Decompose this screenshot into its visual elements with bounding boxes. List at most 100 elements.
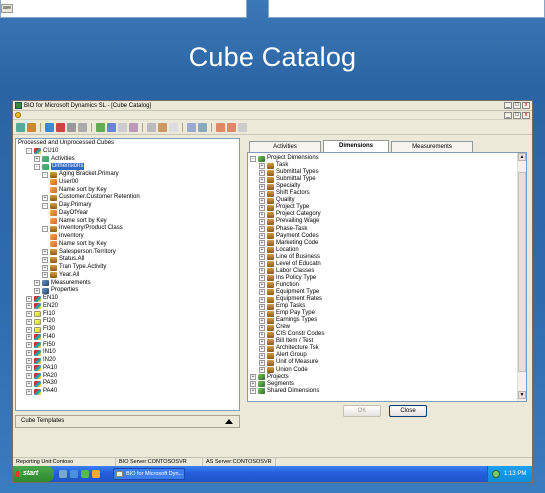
expand-icon[interactable]: + [26,388,32,395]
dimension-tree-node[interactable]: + Line of Business [259,254,320,261]
cube-tree-node[interactable]: - CU10 [26,148,58,155]
expand-icon[interactable]: + [26,365,32,372]
dimension-tree-node[interactable]: + CIS Constr Codes [259,331,324,338]
cube-tree-node[interactable]: - Dimensions [34,163,85,171]
quicklaunch-desktop-icon[interactable] [59,470,67,478]
chart-icon[interactable] [107,123,116,132]
properties-icon[interactable] [78,123,87,132]
cube-tree-node[interactable]: + Salesperson.Territory [42,249,116,256]
dimension-tree-node[interactable]: + Emp Tasks [259,303,305,310]
cube-tree-node[interactable]: + IN20 [26,357,56,364]
expand-icon[interactable]: + [26,318,32,325]
collapse-icon[interactable]: - [42,171,48,178]
dimension-tree-node[interactable]: + Labor Classes [259,268,314,275]
dimensions-tree-pane[interactable]: ▲ ▼ - Project Dimensions + Task + Submittal T… [247,152,527,402]
collapse-icon[interactable]: - [26,148,32,155]
ok-button[interactable]: OK [343,405,381,417]
dimension-tree-node[interactable]: + Shift Factors [259,190,310,197]
expand-icon[interactable]: + [26,349,32,356]
doc-close-button[interactable]: x [522,112,530,119]
dimension-tree-node[interactable]: + Bill Item / Test [259,338,313,345]
scroll-thumb[interactable] [518,172,526,372]
expand-icon[interactable]: + [259,254,265,261]
expand-icon[interactable]: + [26,380,32,387]
expand-icon[interactable]: + [250,388,256,395]
expand-icon[interactable]: + [259,345,265,352]
cube-tree-node[interactable]: User00 [50,179,78,186]
cube-tree-node[interactable]: + EN10 [26,295,58,302]
expand-icon[interactable]: + [259,282,265,289]
expand-arrow-icon[interactable] [225,419,233,424]
dimension-tree-node[interactable]: + Project Type [259,204,309,211]
cube-tree-node[interactable]: + Properties [34,287,78,294]
expand-icon[interactable]: + [259,190,265,197]
start-button[interactable]: start [13,466,54,482]
cube-tree-node[interactable]: Inventory [50,233,84,240]
expand-icon[interactable]: + [259,211,265,218]
refresh-icon[interactable] [16,123,25,132]
dimension-tree-node[interactable]: + Function [259,282,299,289]
taskbar-item-bio[interactable]: BIO for Microsoft Dyn... [113,468,185,480]
cube-tree-node[interactable]: + Tran Type.Activity [42,264,106,271]
dimension-tree-node[interactable]: + Equipment Rates [259,296,322,303]
expand-icon[interactable]: + [26,342,32,348]
collapse-icon[interactable]: - [42,225,48,232]
dimension-tree-node[interactable]: + Projects [250,374,289,381]
scroll-down-arrow-icon[interactable]: ▼ [518,391,526,399]
expand-icon[interactable]: + [259,317,265,324]
cube-tree-node[interactable]: + FI30 [26,326,55,333]
list-icon[interactable] [238,123,247,132]
collapse-icon[interactable]: - [42,202,48,209]
expand-icon[interactable]: + [259,338,265,345]
link-icon[interactable] [129,123,138,132]
expand-icon[interactable]: + [259,197,265,204]
tab-dimensions[interactable]: Dimensions [323,140,389,152]
expand-icon[interactable]: + [250,374,256,381]
doc-restore-button[interactable]: □ [513,112,521,119]
scroll-up-arrow-icon[interactable]: ▲ [518,153,526,161]
dimension-tree-node[interactable]: + Payment Codes [259,233,319,240]
grid-icon[interactable] [118,123,127,132]
cube-tree-node[interactable]: + FI40 [26,334,55,341]
expand-icon[interactable]: + [259,261,265,268]
save-icon[interactable] [198,123,207,132]
expand-icon[interactable]: + [26,311,32,317]
cube-tree-node[interactable]: + PA30 [26,380,57,387]
dimension-tree-node[interactable]: + Quality [259,197,295,204]
dimension-tree-node[interactable]: + Union Code [259,367,308,374]
sort-descending-icon[interactable] [227,123,236,132]
process-icon[interactable] [45,123,54,132]
close-button[interactable]: x [522,102,530,109]
cube-tree-node[interactable]: Name sort by Key [50,241,107,248]
expand-icon[interactable]: + [259,204,265,211]
dimension-tree-node[interactable]: + Emp Pay Type [259,310,315,317]
cube-tree-node[interactable]: + Activities [34,156,75,163]
cube-tree-node[interactable]: + Measurements [34,280,91,287]
stop-icon[interactable] [56,123,65,132]
expand-icon[interactable]: + [42,272,48,279]
cube-tree-node[interactable]: + FI20 [26,318,55,325]
dimension-tree-node[interactable]: + Task [259,162,288,169]
expand-icon[interactable]: + [259,226,265,232]
expand-icon[interactable]: + [250,381,256,388]
expand-icon[interactable]: + [259,240,265,247]
expand-icon[interactable]: + [259,303,265,310]
cube-icon[interactable] [96,123,105,132]
dimension-tree-node[interactable]: + Architecture Tsk [259,345,319,352]
expand-icon[interactable]: + [259,324,265,331]
expand-icon[interactable]: + [259,367,265,373]
dimension-tree-node[interactable]: + Phase-Task [259,226,307,233]
expand-icon[interactable]: + [34,156,40,162]
expand-icon[interactable]: + [259,359,265,366]
cube-tree-node[interactable]: Name sort by Key [50,218,107,225]
expand-icon[interactable]: + [259,296,265,303]
help-icon[interactable] [169,123,178,132]
cube-tree-node[interactable]: Name sort by Key [50,187,107,194]
document-icon[interactable] [15,112,21,118]
expand-icon[interactable]: + [259,233,265,240]
collapse-icon[interactable]: - [250,155,256,162]
dimension-tree-node[interactable]: + Crew [259,324,290,331]
cube-tree-node[interactable]: + FI50 [26,342,55,349]
close-dialog-button[interactable]: Close [389,405,427,417]
quicklaunch-browser-icon[interactable] [70,470,78,478]
